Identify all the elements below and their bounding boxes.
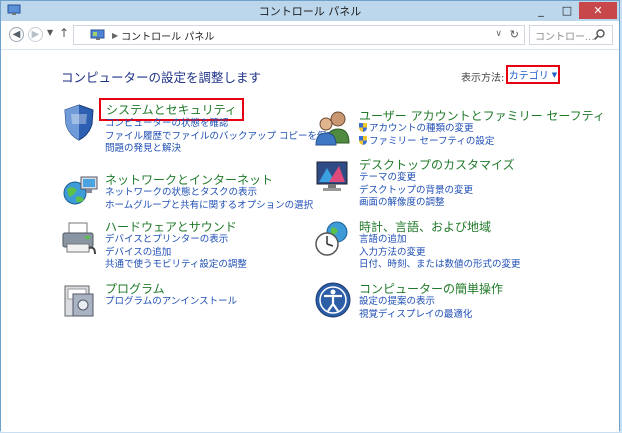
category-title-desktop-customization[interactable]: デスクトップのカスタマイズ [359,156,515,173]
ease-of-access-icon[interactable] [313,280,353,320]
recent-locations-dropdown-icon[interactable]: ▼ [47,28,53,37]
link-devices-printers[interactable]: デバイスとプリンターの表示 [105,234,247,247]
link-recommended-settings[interactable]: 設定の提案の表示 [359,296,472,309]
category-title-programs[interactable]: プログラム [105,280,165,297]
maximize-button[interactable]: □ [555,2,579,19]
close-button[interactable]: ✕ [579,2,617,19]
view-by-dropdown[interactable]: カテゴリ ▼ [506,65,560,84]
chevron-down-icon: ▼ [551,70,558,79]
category-links: テーマの変更 デスクトップの背景の変更 画面の解像度の調整 [359,172,473,210]
link-text: アカウントの種類の変更 [369,123,474,134]
category-title-user-accounts[interactable]: ユーザー アカウントとファミリー セーフティ [359,107,605,124]
forward-button[interactable]: ▶ [28,27,43,42]
desktop-icon[interactable] [313,156,353,196]
link-add-language[interactable]: 言語の追加 [359,234,521,247]
window-title: コントロール パネル [258,5,362,18]
search-icon[interactable] [593,28,606,41]
program-icon[interactable] [59,280,99,320]
link-change-input-method[interactable]: 入力方法の変更 [359,247,521,260]
navigation-bar: ◀ ▶ ▼ ↑ ▶ コントロール パネル ∨ ↻ コントロー... [1,21,619,50]
page-title: コンピューターの設定を調整します [61,70,262,85]
category-title-clock-language-region[interactable]: 時計、言語、および地域 [359,218,491,235]
breadcrumb-control-panel[interactable]: コントロール パネル [121,28,214,43]
category-title-network-internet[interactable]: ネットワークとインターネット [105,171,273,188]
uac-shield-icon [359,135,367,145]
address-dropdown-icon[interactable]: ∨ [495,29,502,39]
search-placeholder: コントロー... [535,31,595,43]
link-optimize-display[interactable]: 視覚ディスプレイの最適化 [359,309,472,322]
printer-icon[interactable] [59,218,99,258]
link-mobility-settings[interactable]: 共通で使うモビリティ設定の調整 [105,259,247,272]
users-icon[interactable] [313,107,353,147]
link-family-safety[interactable]: ファミリー セーフティの設定 [359,135,495,149]
category-links: デバイスとプリンターの表示 デバイスの追加 共通で使うモビリティ設定の調整 [105,234,247,272]
back-button[interactable]: ◀ [9,27,24,42]
link-change-account-type[interactable]: アカウントの種類の変更 [359,123,494,136]
link-homegroup-sharing[interactable]: ホームグループと共有に関するオプションの選択 [105,200,313,213]
clock-globe-icon[interactable] [313,218,353,258]
content-area: コンピューターの設定を調整します 表示方法: カテゴリ ▼ システムとセキュリテ… [1,50,619,432]
up-arrow-icon[interactable]: ↑ [59,26,69,40]
control-panel-window: コントロール パネル _ □ ✕ ◀ ▶ ▼ ↑ ▶ コントロール パネル ∨ … [0,0,620,432]
address-box[interactable]: ▶ コントロール パネル ∨ ↻ [73,25,525,45]
breadcrumb-separator-icon: ▶ [112,30,119,40]
control-panel-icon[interactable] [7,4,21,16]
search-input[interactable]: コントロー... [529,25,613,45]
control-panel-small-icon [90,29,105,40]
category-links: 設定の提案の表示 視覚ディスプレイの最適化 [359,296,472,321]
link-text: ファミリー セーフティの設定 [369,135,495,147]
link-screen-resolution[interactable]: 画面の解像度の調整 [359,197,473,210]
category-title-hardware-sound[interactable]: ハードウェアとサウンド [105,218,237,235]
link-change-theme[interactable]: テーマの変更 [359,172,473,185]
refresh-icon[interactable]: ↻ [510,28,519,41]
category-title-ease-of-access[interactable]: コンピューターの簡単操作 [359,280,503,297]
minimize-button[interactable]: _ [529,2,553,19]
category-links: ネットワークの状態とタスクの表示 ホームグループと共有に関するオプションの選択 [105,187,313,212]
title-bar[interactable]: コントロール パネル _ □ ✕ [1,1,619,21]
view-by-value: カテゴリ [508,71,549,82]
uac-shield-icon [359,123,367,132]
link-troubleshoot[interactable]: 問題の発見と解決 [105,143,336,156]
link-file-history[interactable]: ファイル履歴でファイルのバックアップ コピーを保存 [105,131,336,144]
link-network-status[interactable]: ネットワークの状態とタスクの表示 [105,187,313,200]
category-links: プログラムのアンインストール [105,296,237,309]
view-by-label: 表示方法: [461,73,505,84]
category-links: コンピューターの状態を確認 ファイル履歴でファイルのバックアップ コピーを保存 … [105,118,336,156]
link-change-background[interactable]: デスクトップの背景の変更 [359,185,473,198]
link-date-time-format[interactable]: 日付、時刻、または数値の形式の変更 [359,259,521,272]
link-check-status[interactable]: コンピューターの状態を確認 [105,118,336,131]
link-add-device[interactable]: デバイスの追加 [105,247,247,260]
category-links: 言語の追加 入力方法の変更 日付、時刻、または数値の形式の変更 [359,234,521,272]
category-links: アカウントの種類の変更 ファミリー セーフティの設定 [359,123,494,148]
link-uninstall-program[interactable]: プログラムのアンインストール [105,296,237,309]
shield-icon[interactable] [59,102,99,142]
network-globe-icon[interactable] [59,171,99,211]
